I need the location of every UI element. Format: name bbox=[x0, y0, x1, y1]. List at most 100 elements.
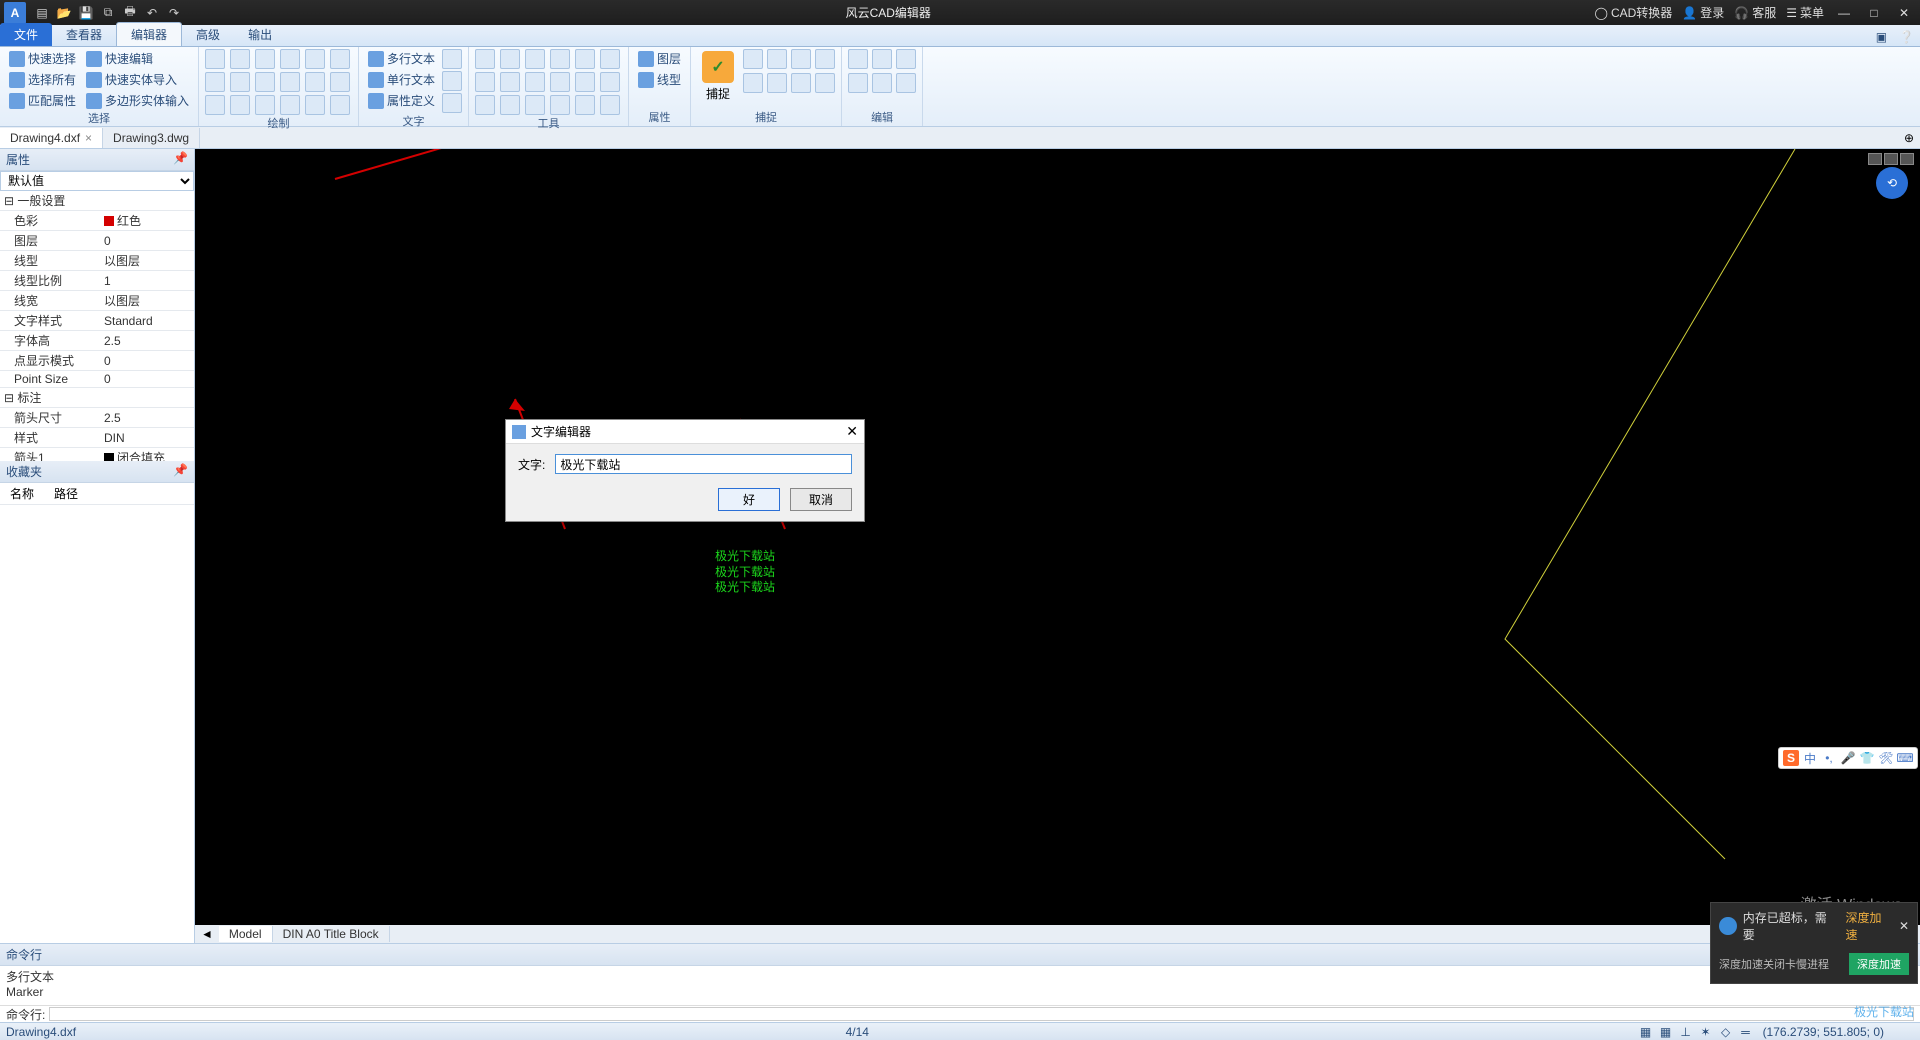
match-props-button[interactable]: 匹配属性 bbox=[6, 91, 79, 110]
view-cube[interactable]: ⟲ bbox=[1876, 167, 1908, 199]
block-icon[interactable] bbox=[305, 95, 325, 115]
print-icon[interactable]: 🖶 bbox=[122, 5, 138, 21]
tab-layout1[interactable]: DIN A0 Title Block bbox=[273, 926, 390, 942]
snap-end-icon[interactable] bbox=[743, 49, 763, 69]
copy-icon[interactable] bbox=[848, 49, 868, 69]
canvas-close-icon[interactable] bbox=[1900, 153, 1914, 165]
doc-tab-1[interactable]: Drawing4.dxf× bbox=[0, 128, 103, 148]
minimize-button[interactable]: — bbox=[1834, 6, 1854, 20]
canvas-min-icon[interactable] bbox=[1868, 153, 1882, 165]
dialog-ok-button[interactable]: 好 bbox=[718, 488, 780, 511]
property-grid[interactable]: ⊟ 一般设置 色彩红色 图层0 线型以图层 线型比例1 线宽以图层 文字样式St… bbox=[0, 191, 194, 461]
grid-toggle-icon[interactable]: ▦ bbox=[1659, 1025, 1673, 1039]
trim-icon[interactable] bbox=[896, 73, 916, 93]
ray-icon[interactable] bbox=[255, 72, 275, 92]
spline-icon[interactable] bbox=[205, 72, 225, 92]
text-dd3-icon[interactable] bbox=[442, 93, 462, 113]
t6-icon[interactable] bbox=[600, 95, 620, 115]
arc2-icon[interactable] bbox=[205, 95, 225, 115]
list-icon[interactable] bbox=[600, 72, 620, 92]
polyline-icon[interactable] bbox=[230, 49, 250, 69]
rect-icon[interactable] bbox=[305, 49, 325, 69]
tab-file[interactable]: 文件 bbox=[0, 23, 52, 46]
text-dd1-icon[interactable] bbox=[442, 49, 462, 69]
ime-punct-icon[interactable]: •, bbox=[1821, 750, 1837, 766]
t4-icon[interactable] bbox=[550, 95, 570, 115]
mtext-button[interactable]: 多行文本 bbox=[365, 49, 438, 68]
service-button[interactable]: 🎧客服 bbox=[1734, 4, 1776, 21]
snap-cen-icon[interactable] bbox=[791, 49, 811, 69]
wipeout-icon[interactable] bbox=[280, 95, 300, 115]
scale-icon[interactable] bbox=[872, 73, 892, 93]
tab-output[interactable]: 输出 bbox=[234, 23, 286, 46]
ime-lang-toggle[interactable]: 中 bbox=[1802, 750, 1818, 766]
leader-icon[interactable] bbox=[475, 72, 495, 92]
ime-skin-icon[interactable]: 👕 bbox=[1859, 750, 1875, 766]
snap-mid-icon[interactable] bbox=[767, 49, 787, 69]
snap-int-icon[interactable] bbox=[767, 73, 787, 93]
rotate-icon[interactable] bbox=[896, 49, 916, 69]
layout-prev-icon[interactable]: ◄ bbox=[195, 927, 219, 941]
revcloud-icon[interactable] bbox=[255, 95, 275, 115]
dialog-cancel-button[interactable]: 取消 bbox=[790, 488, 852, 511]
tab-editor[interactable]: 编辑器 bbox=[116, 22, 182, 46]
ltype-button[interactable]: 线型 bbox=[635, 70, 684, 89]
tolerance-icon[interactable] bbox=[500, 72, 520, 92]
converter-button[interactable]: ◯CAD转换器 bbox=[1595, 4, 1673, 21]
snap-toggle-icon[interactable]: ▦ bbox=[1639, 1025, 1653, 1039]
image-icon[interactable] bbox=[330, 95, 350, 115]
dim-aligned-icon[interactable] bbox=[500, 49, 520, 69]
osnap-toggle-icon[interactable]: ◇ bbox=[1719, 1025, 1733, 1039]
notif-link[interactable]: 深度加速 bbox=[1846, 909, 1893, 943]
doc-tab-2[interactable]: Drawing3.dwg bbox=[103, 128, 200, 148]
polar-toggle-icon[interactable]: ✶ bbox=[1699, 1025, 1713, 1039]
notif-action-button[interactable]: 深度加速 bbox=[1849, 953, 1909, 975]
quick-entity-import-button[interactable]: 快速实体导入 bbox=[83, 70, 192, 89]
snap-qua-icon[interactable] bbox=[743, 73, 763, 93]
line-icon[interactable] bbox=[205, 49, 225, 69]
point-icon[interactable] bbox=[280, 72, 300, 92]
area-icon[interactable] bbox=[575, 72, 595, 92]
pin-icon[interactable]: 📌 bbox=[173, 151, 188, 168]
saveall-icon[interactable]: ⧉ bbox=[100, 5, 116, 21]
quick-edit-button[interactable]: 快速编辑 bbox=[83, 49, 192, 68]
dialog-close-icon[interactable]: ✕ bbox=[846, 423, 858, 440]
drawing-canvas[interactable]: ⟲ 极光下载站 极光下载站 极光下载站 激活 Windows 转到"设置"以激活… bbox=[195, 149, 1920, 943]
dialog-text-input[interactable] bbox=[555, 454, 852, 474]
dim-angular-icon[interactable] bbox=[525, 49, 545, 69]
undo-icon[interactable]: ↶ bbox=[144, 5, 160, 21]
maximize-button[interactable]: □ bbox=[1864, 6, 1884, 20]
quick-select-button[interactable]: 快速选择 bbox=[6, 49, 79, 68]
ime-tool-icon[interactable]: 🛠 bbox=[1878, 750, 1894, 766]
text-dd2-icon[interactable] bbox=[442, 71, 462, 91]
dim-radius-icon[interactable] bbox=[550, 49, 570, 69]
ime-keyboard-icon[interactable]: ⌨ bbox=[1897, 750, 1913, 766]
ortho-toggle-icon[interactable]: ⊥ bbox=[1679, 1025, 1693, 1039]
arc-icon[interactable] bbox=[255, 49, 275, 69]
tab-advanced[interactable]: 高级 bbox=[182, 23, 234, 46]
snap-ext-icon[interactable] bbox=[791, 73, 811, 93]
dim-ord-icon[interactable] bbox=[600, 49, 620, 69]
stext-button[interactable]: 单行文本 bbox=[365, 70, 438, 89]
close-tab-icon[interactable]: × bbox=[85, 131, 92, 145]
snap-per-icon[interactable] bbox=[815, 73, 835, 93]
t2-icon[interactable] bbox=[500, 95, 520, 115]
new-icon[interactable]: ▤ bbox=[34, 5, 50, 21]
tab-model[interactable]: Model bbox=[219, 926, 273, 942]
t3-icon[interactable] bbox=[525, 95, 545, 115]
lwt-toggle-icon[interactable]: ═ bbox=[1739, 1025, 1753, 1039]
measure-icon[interactable] bbox=[550, 72, 570, 92]
region-icon[interactable] bbox=[330, 72, 350, 92]
hatch-icon[interactable] bbox=[305, 72, 325, 92]
pin-icon[interactable]: 📌 bbox=[173, 463, 188, 480]
donut-icon[interactable] bbox=[230, 95, 250, 115]
property-filter-select[interactable]: 默认值 bbox=[0, 171, 194, 191]
canvas-max-icon[interactable] bbox=[1884, 153, 1898, 165]
menu-button[interactable]: ☰菜单 bbox=[1786, 4, 1824, 21]
notif-close-icon[interactable]: ✕ bbox=[1899, 919, 1909, 933]
snap-big-button[interactable]: 捕捉 bbox=[697, 49, 739, 109]
t5-icon[interactable] bbox=[575, 95, 595, 115]
tabs-expand-icon[interactable]: ⊕ bbox=[1898, 131, 1920, 145]
snap-node-icon[interactable] bbox=[815, 49, 835, 69]
close-button[interactable]: ✕ bbox=[1894, 6, 1914, 20]
